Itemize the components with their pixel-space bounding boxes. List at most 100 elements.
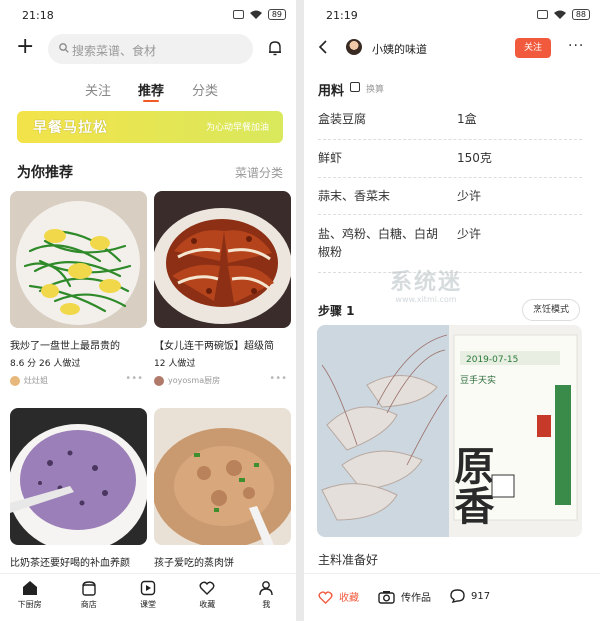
tab-class[interactable]: 课堂 xyxy=(118,574,177,621)
play-icon xyxy=(140,580,156,596)
author-name: 灶灶姐 xyxy=(24,376,48,385)
step-title: 步骤 1 xyxy=(318,304,355,318)
status-bar: 21:19 88 xyxy=(304,0,600,30)
comment-icon xyxy=(450,589,465,603)
active-tab-indicator xyxy=(143,100,159,102)
section-title: 为你推荐 xyxy=(17,165,73,181)
tab-store[interactable]: 商店 xyxy=(59,574,118,621)
convert-button[interactable]: 换算 xyxy=(366,82,384,95)
tab-follow[interactable]: 关注 xyxy=(85,80,111,99)
heart-icon xyxy=(199,581,215,595)
bell-icon[interactable] xyxy=(267,40,283,56)
battery-indicator: 88 xyxy=(571,9,590,20)
back-icon[interactable] xyxy=(318,40,328,54)
tab-home[interactable]: 下厨房 xyxy=(0,574,59,621)
camera-icon xyxy=(378,590,395,604)
ingredient-name: 鲜虾 xyxy=(318,151,343,165)
recipe-card[interactable]: 【女儿连干两碗饭】超级简 12 人做过 yoyosma厨房 ••• xyxy=(154,191,291,386)
scale-icon[interactable] xyxy=(350,82,360,92)
banner-subtitle: 为心动早餐加油 xyxy=(205,123,269,133)
recipe-title: 【女儿连干两碗饭】超级简 xyxy=(154,341,274,352)
tab-label: 商店 xyxy=(80,600,97,609)
heart-icon xyxy=(318,590,333,604)
sim-icon xyxy=(232,10,244,19)
tab-category[interactable]: 分类 xyxy=(192,80,218,99)
status-bar: 21:18 89 xyxy=(0,0,296,30)
tab-label: 我 xyxy=(262,600,271,609)
tab-label: 收藏 xyxy=(199,600,216,609)
recipe-category-link[interactable]: 菜谱分类 xyxy=(235,164,283,181)
ingredient-qty: 少许 xyxy=(457,189,482,203)
ingredient-qty: 少许 xyxy=(457,227,482,241)
recipe-photo xyxy=(10,191,147,328)
more-icon[interactable]: ••• xyxy=(125,373,143,384)
author-name[interactable]: 小姨的味道 xyxy=(372,41,427,57)
recipe-photo xyxy=(10,408,147,545)
favorite-label: 收藏 xyxy=(339,593,359,604)
ingredient-name: 盒装豆腐 xyxy=(318,112,367,126)
wifi-icon xyxy=(249,10,262,19)
battery-indicator: 89 xyxy=(267,9,286,20)
search-icon xyxy=(59,43,69,53)
favorite-button[interactable]: 收藏 xyxy=(318,589,359,604)
search-input[interactable]: 搜索菜谱、食材 xyxy=(48,34,253,64)
more-icon[interactable]: ··· xyxy=(568,38,584,54)
author-name: yoyosma厨房 xyxy=(168,376,221,385)
ingredient-name: 蒜末、香菜末 xyxy=(318,189,391,203)
ingredient-qty: 150克 xyxy=(457,151,492,165)
watermark: 系统迷 www.xitmi.com xyxy=(390,264,462,304)
watermark-url: www.xitmi.com xyxy=(395,295,457,304)
comments-button[interactable]: 917 xyxy=(450,589,490,603)
step-photo[interactable]: 2019-07-15 豆手天实 原香 xyxy=(317,325,582,537)
banner-title: 早餐马拉松 xyxy=(33,120,108,136)
recipe-photo xyxy=(154,191,291,328)
breakfast-marathon-banner[interactable]: 早餐马拉松 为心动早餐加油 xyxy=(17,111,283,143)
recipe-title: 比奶茶还要好喝的补血养颜 xyxy=(10,558,130,569)
ingredient-row: 蒜末、香菜末 少许 xyxy=(318,187,582,215)
tab-me[interactable]: 我 xyxy=(237,574,296,621)
recipe-card[interactable]: 比奶茶还要好喝的补血养颜 xyxy=(10,408,147,569)
follow-button[interactable]: 关注 xyxy=(515,38,551,58)
package-brand: 豆手天实 xyxy=(460,374,496,386)
avatar[interactable] xyxy=(346,39,362,55)
upload-work-button[interactable]: 传作品 xyxy=(378,589,431,604)
recipe-meta: 12 人做过 xyxy=(154,359,196,369)
cook-mode-button[interactable]: 烹饪模式 xyxy=(522,299,580,321)
package-date: 2019-07-15 xyxy=(466,355,518,365)
sim-icon xyxy=(536,10,548,19)
feed-tabs: 关注 推荐 分类 xyxy=(0,80,296,104)
avatar xyxy=(154,375,164,386)
ingredient-row: 鲜虾 150克 xyxy=(318,149,582,178)
upload-label: 传作品 xyxy=(401,593,431,604)
bottom-tab-bar: 下厨房 商店 课堂 收藏 我 xyxy=(0,573,296,621)
recipe-card[interactable]: 孩子爱吃的蒸肉饼 xyxy=(154,408,291,569)
wifi-icon xyxy=(553,10,566,19)
comment-count: 917 xyxy=(471,590,491,602)
status-time: 21:19 xyxy=(326,9,358,22)
add-icon[interactable]: + xyxy=(16,36,34,58)
home-screen: 21:18 89 + 搜索菜谱、食材 关注 推荐 分类 早餐马拉松 为心动早餐加… xyxy=(0,0,296,621)
user-icon xyxy=(259,581,274,596)
step-caption: 主料准备好 xyxy=(318,553,379,567)
tab-recommend[interactable]: 推荐 xyxy=(138,80,164,99)
package-text: 原香 xyxy=(448,445,495,525)
recipe-detail-screen: 21:19 88 小姨的味道 关注 ··· 用料 换算 盒装豆腐 1盒 鲜虾 1… xyxy=(304,0,600,621)
ingredient-name: 盐、鸡粉、白糖、白胡椒粉 xyxy=(318,227,439,259)
home-icon xyxy=(22,581,37,595)
more-icon[interactable]: ••• xyxy=(269,373,287,384)
ingredients-title: 用料 xyxy=(318,84,345,99)
search-placeholder: 搜索菜谱、食材 xyxy=(72,44,157,58)
recipe-title: 我炒了一盘世上最昂贵的 xyxy=(10,341,120,352)
tab-label: 下厨房 xyxy=(17,600,42,609)
avatar xyxy=(10,375,20,386)
tab-label: 课堂 xyxy=(140,600,156,609)
tab-favorites[interactable]: 收藏 xyxy=(178,574,237,621)
status-time: 21:18 xyxy=(22,9,54,22)
watermark-text: 系统迷 xyxy=(390,270,463,295)
ingredient-row: 盒装豆腐 1盒 xyxy=(318,110,582,140)
recipe-card[interactable]: 我炒了一盘世上最昂贵的 8.6 分 26 人做过 灶灶姐 ••• xyxy=(10,191,147,386)
recipe-meta: 8.6 分 26 人做过 xyxy=(10,359,81,369)
recipe-title: 孩子爱吃的蒸肉饼 xyxy=(154,558,234,569)
action-bar: 收藏 传作品 917 xyxy=(304,573,600,621)
ingredient-qty: 1盒 xyxy=(457,112,477,126)
